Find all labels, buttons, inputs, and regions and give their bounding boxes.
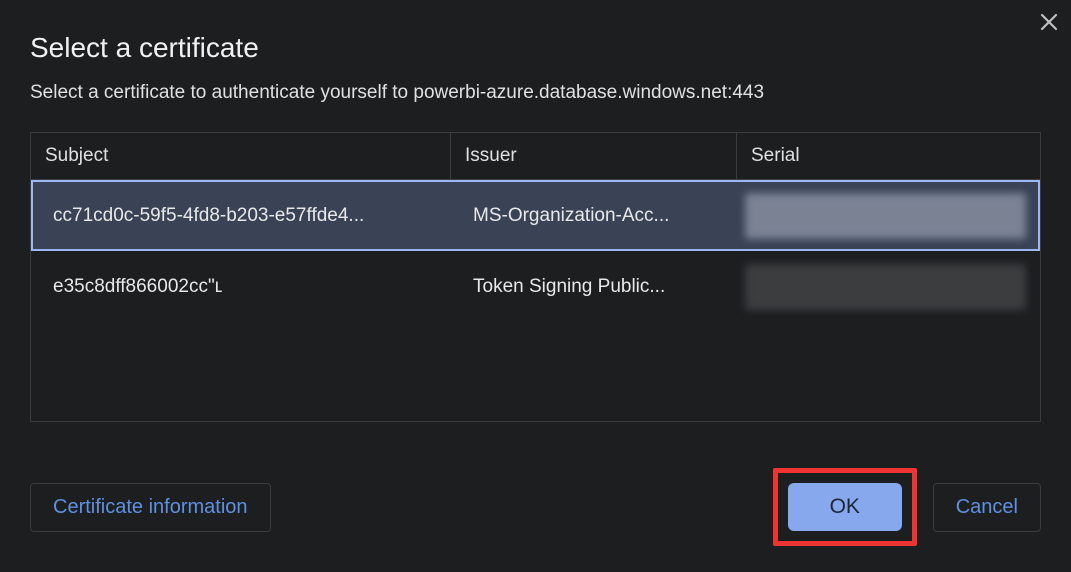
- certificate-table: Subject Issuer Serial cc71cd0c-59f5-4fd8…: [30, 132, 1041, 422]
- certificate-information-button[interactable]: Certificate information: [30, 483, 271, 532]
- dialog-title: Select a certificate: [30, 32, 1041, 64]
- cell-subject: cc71cd0c-59f5-4fd8-b203-e57ffde4...: [31, 205, 451, 227]
- cancel-button[interactable]: Cancel: [933, 483, 1041, 532]
- table-header: Subject Issuer Serial: [31, 133, 1040, 180]
- serial-redacted: [745, 193, 1026, 239]
- ok-button-highlight: OK: [773, 468, 917, 546]
- close-icon[interactable]: [1037, 10, 1061, 34]
- table-row[interactable]: cc71cd0c-59f5-4fd8-b203-e57ffde4... MS-O…: [31, 180, 1040, 251]
- dialog-description: Select a certificate to authenticate you…: [30, 82, 1041, 104]
- cell-serial: [737, 256, 1040, 318]
- column-header-subject[interactable]: Subject: [31, 133, 451, 179]
- cell-subject: e35c8dff866002cc"ʟ: [31, 276, 451, 298]
- column-header-issuer[interactable]: Issuer: [451, 133, 737, 179]
- ok-button[interactable]: OK: [788, 483, 902, 531]
- table-row[interactable]: e35c8dff866002cc"ʟ Token Signing Public.…: [31, 251, 1040, 322]
- dialog-footer: Certificate information OK Cancel: [30, 468, 1041, 546]
- cell-issuer: Token Signing Public...: [451, 276, 737, 298]
- cell-serial: [737, 185, 1040, 247]
- cell-issuer: MS-Organization-Acc...: [451, 205, 737, 227]
- table-body: cc71cd0c-59f5-4fd8-b203-e57ffde4... MS-O…: [31, 180, 1040, 322]
- column-header-serial[interactable]: Serial: [737, 133, 1040, 179]
- certificate-dialog: Select a certificate Select a certificat…: [0, 0, 1071, 422]
- serial-redacted: [745, 264, 1026, 310]
